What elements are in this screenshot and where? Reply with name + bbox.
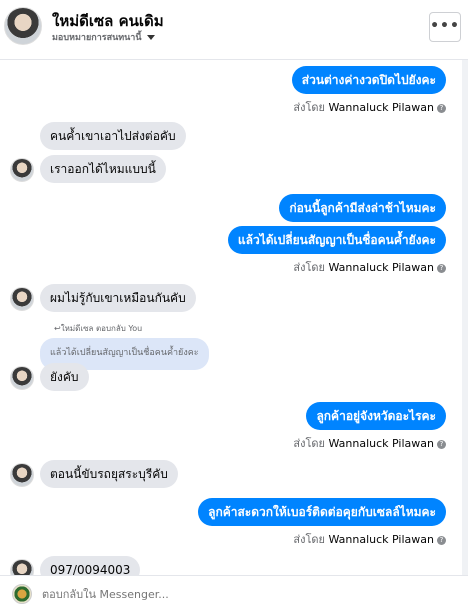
sent-by-label: ส่งโดย Wannaluck Pilawan? xyxy=(293,434,446,452)
outgoing-message[interactable]: ส่วนต่างค่างวดปิดไปยังคะ xyxy=(291,66,446,94)
assign-conversation-label: มอบหมายการสนทนานี้ xyxy=(52,33,142,43)
sent-by-prefix: ส่งโดย xyxy=(293,533,325,546)
assign-conversation-dropdown[interactable]: มอบหมายการสนทนานี้ xyxy=(52,30,155,44)
incoming-message[interactable]: ตอนนี้ขับรถยุสระบุรีคับ xyxy=(40,460,178,488)
outgoing-message[interactable]: ลูกค้าสะดวกให้เบอร์ติดต่อคุยกับเซลล์ไหมค… xyxy=(198,498,446,526)
sent-by-label: ส่งโดย Wannaluck Pilawan? xyxy=(293,258,446,276)
incoming-message[interactable]: คนค้ำเขาเอาไปส่งต่อคับ xyxy=(40,122,186,150)
contact-avatar-small xyxy=(10,287,34,311)
incoming-message[interactable]: ผมไม่รู้กับเขาเหมือนกันคับ xyxy=(40,284,196,312)
outgoing-message[interactable]: ก่อนนี้ลูกค้ามีส่งล่าช้าไหมคะ xyxy=(279,194,446,222)
contact-avatar-small xyxy=(10,559,34,575)
sender-name: Wannaluck Pilawan xyxy=(328,437,435,450)
caret-down-icon xyxy=(146,35,155,40)
sent-by-label: ส่งโดย Wannaluck Pilawan? xyxy=(293,98,446,116)
info-icon[interactable]: ? xyxy=(437,439,446,449)
contact-avatar-small xyxy=(10,463,34,487)
info-icon[interactable]: ? xyxy=(437,263,446,273)
outgoing-message[interactable]: ลูกค้าอยู่จังหวัดอะไรคะ xyxy=(306,402,446,430)
reply-input[interactable] xyxy=(42,584,442,604)
sent-by-prefix: ส่งโดย xyxy=(293,261,325,274)
sender-name: Wannaluck Pilawan xyxy=(328,101,435,114)
page-avatar xyxy=(12,584,32,604)
more-options-button[interactable]: ••• xyxy=(429,12,461,42)
contact-avatar-small xyxy=(10,366,34,390)
message-thread[interactable]: ส่วนต่างค่างวดปิดไปยังคะ ส่งโดย Wannaluc… xyxy=(0,60,468,575)
reply-arrow-icon: ↩ xyxy=(54,324,61,333)
conversation-header: ใหม่ดีเซล คนเดิม มอบหมายการสนทนานี้ ••• xyxy=(0,0,468,60)
reply-indicator-text: ใหม่ดีเซล ตอบกลับ You xyxy=(60,324,143,333)
incoming-message[interactable]: 097/0094003 xyxy=(40,556,141,575)
outgoing-message[interactable]: แล้วได้เปลี่ยนสัญญาเป็นชื่อคนค้ำยังคะ xyxy=(227,226,446,254)
incoming-message[interactable]: เราออกได้ไหมแบบนี้ xyxy=(40,155,166,183)
incoming-message[interactable]: ยังคับ xyxy=(40,363,89,391)
sent-by-label: ส่งโดย Wannaluck Pilawan? xyxy=(293,530,446,548)
info-icon[interactable]: ? xyxy=(437,535,446,545)
sender-name: Wannaluck Pilawan xyxy=(328,261,435,274)
reply-indicator: ↩ใหม่ดีเซล ตอบกลับ You xyxy=(54,322,142,335)
more-dots-icon: ••• xyxy=(430,18,460,34)
sender-name: Wannaluck Pilawan xyxy=(328,533,435,546)
contact-avatar[interactable] xyxy=(4,7,42,45)
contact-avatar-small xyxy=(10,158,34,182)
sent-by-prefix: ส่งโดย xyxy=(293,101,325,114)
sent-by-prefix: ส่งโดย xyxy=(293,437,325,450)
thread-scrollbar[interactable] xyxy=(462,60,468,575)
reply-composer xyxy=(0,575,468,608)
info-icon[interactable]: ? xyxy=(437,103,446,113)
